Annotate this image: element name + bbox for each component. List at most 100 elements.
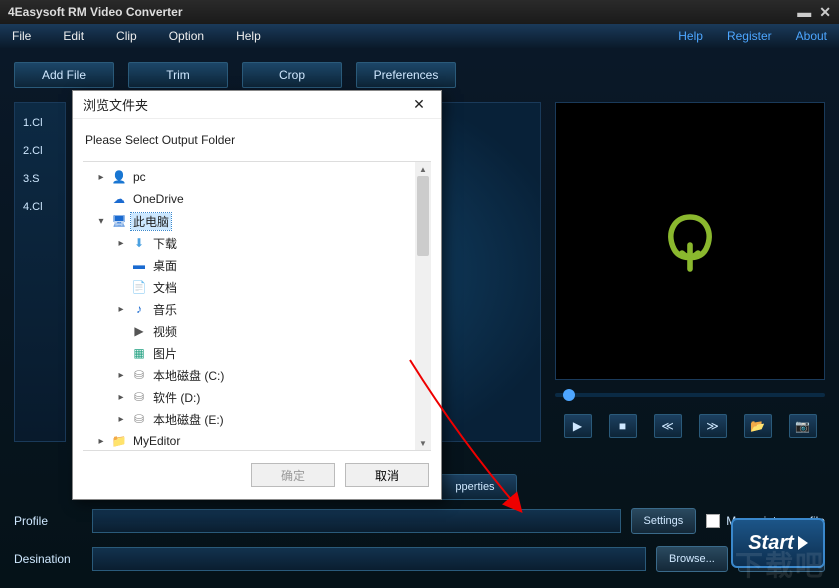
tree-label: MyEditor (131, 434, 182, 448)
sidebar-item-3[interactable]: 3.S (19, 167, 61, 195)
tree-label: 下载 (151, 235, 179, 252)
tree-row[interactable]: ▾ 🖥此电脑 (83, 210, 431, 232)
next-button[interactable]: ≫ (699, 414, 727, 438)
close-button[interactable]: ✕ (819, 4, 831, 21)
menu-edit[interactable]: Edit (63, 29, 84, 43)
preview-panel: ▶ ■ ≪ ≫ 📂 📷 (555, 102, 825, 442)
tree-label: 本地磁盘 (C:) (151, 367, 226, 384)
properties-button[interactable]: pperties (433, 474, 517, 500)
tree-row[interactable]: ▦图片 (83, 342, 431, 364)
tree-toggle-icon[interactable]: ▾ (95, 216, 107, 227)
settings-button[interactable]: Settings (631, 508, 697, 534)
tree-label: 视频 (151, 323, 179, 340)
browse-button[interactable]: Browse... (656, 546, 728, 572)
folder-tree[interactable]: ▸👤pc☁OneDrive▾🖥此电脑▸⬇下载▬桌面📄文档▸♪音乐▶视频▦图片▸⛁… (83, 161, 431, 451)
tree-label: 文档 (151, 279, 179, 296)
stop-button[interactable]: ■ (609, 414, 637, 438)
down-icon: ⬇ (131, 235, 147, 251)
crop-button[interactable]: Crop (242, 62, 342, 88)
seek-thumb[interactable] (563, 389, 575, 401)
toolbar: Add File Trim Crop Preferences (14, 62, 825, 88)
tree-toggle-icon[interactable]: ▸ (115, 392, 127, 403)
drive-icon: ⛁ (131, 389, 147, 405)
menubar: File Edit Clip Option Help Help Register… (0, 24, 839, 48)
tree-label: 图片 (151, 345, 179, 362)
person-icon: 👤 (111, 169, 127, 185)
sidebar: 1.Cl 2.Cl 3.S 4.Cl (14, 102, 66, 442)
tree-label: 音乐 (151, 301, 179, 318)
browse-folder-dialog: 浏览文件夹 ✕ Please Select Output Folder ▸ 👤 pc… (72, 90, 442, 500)
tree-toggle-icon[interactable]: ▸ (115, 304, 127, 315)
tree-row[interactable]: ▸ ⛁软件 (D:) (83, 386, 431, 408)
preferences-button[interactable]: Preferences (356, 62, 456, 88)
play-button[interactable]: ▶ (564, 414, 592, 438)
pc-icon: 🖥 (111, 213, 127, 229)
tree-toggle-icon[interactable]: ▸ (115, 414, 127, 425)
tree-toggle-icon[interactable]: ▸ (115, 370, 127, 381)
destination-label: Desination (14, 552, 82, 566)
trim-button[interactable]: Trim (128, 62, 228, 88)
merge-checkbox[interactable] (706, 514, 720, 528)
tree-row[interactable]: ▸ 👤 pc (83, 166, 431, 188)
menu-option[interactable]: Option (169, 29, 204, 43)
window-title: 4Easysoft RM Video Converter (8, 5, 183, 19)
sidebar-item-2[interactable]: 2.Cl (19, 139, 61, 167)
desk-icon: ▬ (131, 257, 147, 273)
link-about[interactable]: About (796, 29, 827, 43)
tree-row[interactable]: 📄文档 (83, 276, 431, 298)
video-icon: ▶ (131, 323, 147, 339)
profile-label: Profile (14, 514, 82, 528)
menu-help[interactable]: Help (236, 29, 261, 43)
open-media-button[interactable]: 📂 (744, 414, 772, 438)
tree-label: 软件 (D:) (151, 389, 202, 406)
add-file-button[interactable]: Add File (14, 62, 114, 88)
media-controls: ▶ ■ ≪ ≫ 📂 📷 (555, 410, 825, 442)
tree-row[interactable]: ▸ ⛁本地磁盘 (C:) (83, 364, 431, 386)
preview-screen (555, 102, 825, 380)
menu-clip[interactable]: Clip (116, 29, 137, 43)
drive-icon: ⛁ (131, 367, 147, 383)
dialog-cancel-button[interactable]: 取消 (345, 463, 429, 487)
tree-row[interactable]: ▸ ⬇下载 (83, 232, 431, 254)
minimize-button[interactable]: ▬ (797, 4, 811, 21)
watermark: 下载吧 (735, 544, 825, 584)
drive-icon: ⛁ (131, 411, 147, 427)
app-logo-icon (650, 201, 730, 281)
tree-label: pc (131, 170, 148, 184)
tree-row[interactable]: ▶视频 (83, 320, 431, 342)
scroll-down-arrow[interactable]: ▼ (415, 436, 431, 450)
profile-combo[interactable] (92, 509, 621, 533)
tree-row[interactable]: ▸⛁本地磁盘 (E:) (83, 408, 431, 430)
link-help[interactable]: Help (678, 29, 703, 43)
prev-button[interactable]: ≪ (654, 414, 682, 438)
scroll-thumb[interactable] (417, 176, 429, 256)
tree-row[interactable]: ▬桌面 (83, 254, 431, 276)
tree-toggle-icon[interactable]: ▸ (95, 436, 107, 447)
seek-bar[interactable] (555, 386, 825, 404)
titlebar: 4Easysoft RM Video Converter ▬ ✕ (0, 0, 839, 24)
tree-label: 桌面 (151, 257, 179, 274)
dialog-title: 浏览文件夹 (83, 95, 148, 114)
scroll-up-arrow[interactable]: ▲ (415, 162, 431, 176)
tree-scrollbar[interactable]: ▲ ▼ (415, 162, 431, 450)
dialog-ok-button[interactable]: 确定 (251, 463, 335, 487)
tree-row[interactable]: ▸ 📁 MyEditor (83, 430, 431, 451)
dialog-close-button[interactable]: ✕ (407, 95, 431, 115)
cloud-icon: ☁ (111, 191, 127, 207)
sidebar-item-4[interactable]: 4.Cl (19, 195, 61, 223)
pic-icon: ▦ (131, 345, 147, 361)
link-register[interactable]: Register (727, 29, 772, 43)
tree-row[interactable]: ▸ ♪音乐 (83, 298, 431, 320)
snapshot-button[interactable]: 📷 (789, 414, 817, 438)
destination-input[interactable] (92, 547, 646, 571)
tree-row[interactable]: ☁ OneDrive (83, 188, 431, 210)
tree-toggle-icon[interactable]: ▸ (95, 172, 107, 183)
sidebar-item-1[interactable]: 1.Cl (19, 111, 61, 139)
dialog-instruction: Please Select Output Folder (73, 119, 441, 161)
tree-label: 此电脑 (131, 213, 171, 230)
music-icon: ♪ (131, 301, 147, 317)
folder-icon: 📁 (111, 433, 127, 449)
menu-file[interactable]: File (12, 29, 31, 43)
tree-toggle-icon[interactable]: ▸ (115, 238, 127, 249)
tree-label: OneDrive (131, 192, 186, 206)
